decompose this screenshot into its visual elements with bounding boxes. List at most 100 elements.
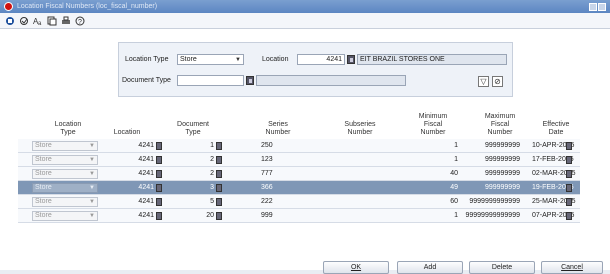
lov-icon[interactable]: [566, 156, 572, 164]
chevron-down-icon: ▼: [89, 171, 95, 177]
cell-max[interactable]: 999999999: [485, 184, 520, 191]
cell-min[interactable]: 1: [454, 156, 458, 163]
cell-series[interactable]: 777: [261, 170, 273, 177]
table-row[interactable]: Store ▼ 4241 5 222 60 9999999999999 25-MAR-2015: [18, 195, 580, 209]
location-type-cell[interactable]: Store ▼: [32, 197, 98, 207]
table-row[interactable]: Store ▼ 4241 2 777 40 999999999 02-MAR-2015: [18, 167, 580, 181]
spellcheck-icon[interactable]: [18, 15, 29, 26]
cell-max[interactable]: 9999999999999: [469, 198, 520, 205]
cell-min[interactable]: 60: [450, 198, 458, 205]
document-type-lov-icon[interactable]: [246, 76, 254, 85]
minimize-button[interactable]: [589, 2, 597, 11]
location-type-value: Store: [35, 156, 52, 163]
window-controls: [589, 2, 606, 11]
add-button[interactable]: Add: [397, 261, 463, 274]
chevron-down-icon: ▼: [89, 143, 95, 149]
chevron-down-icon: ▼: [235, 57, 241, 63]
lov-icon[interactable]: [566, 142, 572, 150]
location-lov-icon[interactable]: [347, 55, 355, 64]
header-max-fiscal: Maximum Fiscal Number: [484, 113, 516, 136]
chevron-down-icon: ▼: [89, 213, 95, 219]
header-subseries-number: Subseries Number: [344, 121, 376, 136]
location-type-select[interactable]: Store ▼: [177, 54, 244, 65]
location-type-cell[interactable]: Store ▼: [32, 169, 98, 179]
lov-icon[interactable]: [156, 170, 162, 178]
lov-icon[interactable]: [216, 212, 222, 220]
location-type-cell[interactable]: Store ▼: [32, 183, 98, 193]
cell-doc-type[interactable]: 3: [210, 184, 214, 191]
lov-icon[interactable]: [566, 170, 572, 178]
cell-max[interactable]: 99999999999999: [465, 212, 520, 219]
chevron-down-icon: ▼: [89, 199, 95, 205]
location-type-cell[interactable]: Store ▼: [32, 211, 98, 221]
cell-min[interactable]: 1: [454, 142, 458, 149]
location-type-cell[interactable]: Store ▼: [32, 155, 98, 165]
lov-icon[interactable]: [216, 184, 222, 192]
lov-icon[interactable]: [216, 198, 222, 206]
cell-min[interactable]: 1: [454, 212, 458, 219]
cell-doc-type[interactable]: 5: [210, 198, 214, 205]
table-row[interactable]: Store ▼ 4241 20 999 1 99999999999999 07-APR-201…: [18, 209, 580, 223]
lov-icon[interactable]: [216, 156, 222, 164]
delete-button[interactable]: Delete: [469, 261, 535, 274]
cell-series[interactable]: 999: [261, 212, 273, 219]
cell-max[interactable]: 999999999: [485, 156, 520, 163]
copy-icon[interactable]: [46, 15, 57, 26]
cell-min[interactable]: 49: [450, 184, 458, 191]
lov-icon[interactable]: [216, 170, 222, 178]
lov-icon[interactable]: [566, 212, 572, 220]
clear-filter-icon[interactable]: ⊘: [492, 76, 503, 87]
location-type-cell[interactable]: Store ▼: [32, 141, 98, 151]
document-type-label: Document Type: [122, 77, 171, 84]
toolbar: Aa ?: [0, 13, 610, 29]
lov-icon[interactable]: [156, 142, 162, 150]
lov-icon[interactable]: [566, 184, 572, 192]
document-type-input[interactable]: [177, 75, 244, 86]
cell-location[interactable]: 4241: [138, 184, 154, 191]
lov-icon[interactable]: [156, 184, 162, 192]
table-row[interactable]: Store ▼ 4241 2 123 1 999999999 17-FEB-2015: [18, 153, 580, 167]
document-type-desc-field: [256, 75, 406, 86]
window-title: Location Fiscal Numbers (loc_fiscal_numb…: [17, 3, 158, 10]
location-input[interactable]: 4241: [297, 54, 345, 65]
header-effective-date: Effective Date: [542, 121, 570, 136]
ok-button[interactable]: OK: [323, 261, 389, 274]
cell-doc-type[interactable]: 20: [206, 212, 214, 219]
cancel-button[interactable]: Cancel: [541, 261, 603, 274]
lov-icon[interactable]: [156, 198, 162, 206]
cell-min[interactable]: 40: [450, 170, 458, 177]
location-type-value: Store: [35, 184, 52, 191]
help-icon[interactable]: ?: [74, 15, 85, 26]
cell-series[interactable]: 123: [261, 156, 273, 163]
cell-location[interactable]: 4241: [138, 170, 154, 177]
cell-series[interactable]: 366: [261, 184, 273, 191]
cell-max[interactable]: 999999999: [485, 170, 520, 177]
cell-series[interactable]: 222: [261, 198, 273, 205]
cell-location[interactable]: 4241: [138, 156, 154, 163]
cell-doc-type[interactable]: 1: [210, 142, 214, 149]
header-document-type: Document Type: [177, 121, 209, 136]
cell-max[interactable]: 999999999: [485, 142, 520, 149]
table-row[interactable]: Store ▼ 4241 3 366 49 999999999 19-FEB-2015: [18, 181, 580, 195]
cell-location[interactable]: 4241: [138, 212, 154, 219]
svg-text:?: ?: [78, 19, 82, 26]
maximize-button[interactable]: [598, 2, 606, 11]
cell-doc-type[interactable]: 2: [210, 170, 214, 177]
font-icon[interactable]: Aa: [32, 15, 43, 26]
cell-location[interactable]: 4241: [138, 142, 154, 149]
location-name-value: EIT BRAZIL STORES ONE: [360, 56, 445, 63]
location-type-value: Store: [35, 142, 52, 149]
filter-icon[interactable]: ▽: [478, 76, 489, 87]
cell-doc-type[interactable]: 2: [210, 156, 214, 163]
cell-series[interactable]: 250: [261, 142, 273, 149]
lov-icon[interactable]: [566, 198, 572, 206]
main-panel: Location Type Store ▼ Location 4241 EIT …: [0, 29, 610, 274]
location-type-value: Store: [35, 198, 52, 205]
lov-icon[interactable]: [156, 156, 162, 164]
table-row[interactable]: Store ▼ 4241 1 250 1 999999999 10-APR-2015: [18, 139, 580, 153]
save-icon[interactable]: [4, 15, 15, 26]
print-icon[interactable]: [60, 15, 71, 26]
lov-icon[interactable]: [216, 142, 222, 150]
cell-location[interactable]: 4241: [138, 198, 154, 205]
lov-icon[interactable]: [156, 212, 162, 220]
